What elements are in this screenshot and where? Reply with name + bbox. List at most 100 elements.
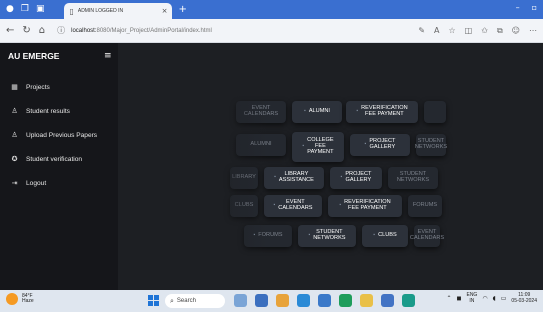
file-explorer-icon[interactable] — [276, 294, 289, 307]
task-view-icon[interactable] — [255, 294, 268, 307]
tile-college-fee-payment[interactable]: ▪ COLLEGE FEE PAYMENT — [292, 132, 344, 162]
grid-icon: ▦ — [11, 83, 18, 91]
wifi-icon[interactable]: ◠ — [482, 295, 487, 302]
copilot-icon[interactable]: ☺ — [512, 26, 520, 36]
sidebar-item-upload-previous-papers[interactable]: ♙ Upload Previous Papers — [10, 131, 97, 139]
address-bar-actions: ✎ A ☆ ◫ ✩ ⧉ ☺ ⋯ — [418, 26, 537, 36]
chrome-icon[interactable] — [360, 294, 373, 307]
tab-actions-icon[interactable]: ▣ — [36, 5, 45, 14]
clock[interactable]: 11:09 05-03-2024 — [511, 292, 537, 304]
taskbar-apps — [234, 294, 415, 307]
tile-dot-icon: ▪ — [273, 202, 276, 209]
battery-icon[interactable]: ▭ — [501, 295, 507, 302]
app-icon[interactable] — [402, 294, 415, 307]
store-icon[interactable] — [318, 294, 331, 307]
chevron-up-icon[interactable]: ⌃ — [446, 295, 451, 302]
clock-date: 05-03-2024 — [511, 297, 537, 304]
browser-tab-bar: ● ❐ ▣ ▯ ADMIN LOGGED IN × + – ▫ — [0, 0, 543, 19]
tile-student-networks-dim-2[interactable]: STUDENT NETWORKS — [388, 167, 438, 189]
tile-dot-icon: ▪ — [302, 143, 305, 150]
tile-label: REVERIFICATION FEE PAYMENT — [361, 105, 408, 117]
maximize-icon[interactable]: ▫ — [532, 3, 537, 12]
favorites-icon[interactable]: ✩ — [481, 26, 488, 36]
collections-icon[interactable]: ⧉ — [497, 26, 503, 36]
active-tab[interactable]: ▯ ADMIN LOGGED IN × — [64, 3, 173, 19]
tile-student-networks-dim[interactable]: STUDENT NETWORKS — [415, 134, 447, 156]
tile-dot-icon: ▪ — [373, 232, 376, 239]
split-screen-icon[interactable]: ◫ — [465, 26, 473, 36]
tile-label: FORUMS — [258, 232, 283, 239]
widgets-icon[interactable] — [234, 294, 247, 307]
tile-label: PROJECT GALLERY — [345, 171, 372, 183]
close-tab-icon[interactable]: × — [162, 7, 168, 15]
tab-bar-icons: ● ❐ ▣ — [0, 0, 50, 19]
tile-reverification-fee-payment-2[interactable]: ▪ REVERIFICATION FEE PAYMENT — [328, 195, 402, 217]
tile-project-gallery-2[interactable]: ▪ PROJECT GALLERY — [330, 167, 382, 189]
tile-event-calendars-dim[interactable]: EVENT CALENDARS — [410, 225, 444, 247]
tile-reverification-fee-payment[interactable]: ▪ REVERIFICATION FEE PAYMENT — [346, 101, 418, 123]
language-indicator[interactable]: ENG IN — [466, 292, 477, 304]
tile-forums[interactable]: ▪ FORUMS — [244, 225, 292, 247]
tile-label: FORUMS — [412, 202, 438, 209]
tile-label: ALUMNI — [308, 108, 330, 115]
edge-icon[interactable] — [297, 294, 310, 307]
workspaces-icon[interactable]: ❐ — [21, 5, 29, 14]
tile-label: EVENT CALENDARS — [243, 105, 279, 117]
more-icon[interactable]: ⋯ — [529, 26, 537, 36]
tile-project-gallery[interactable]: ▪ PROJECT GALLERY — [350, 134, 410, 156]
read-aloud-icon[interactable]: A — [434, 26, 439, 36]
tab-title: ADMIN LOGGED IN — [77, 8, 124, 14]
tile-label: LIBRARY ASSISTANCE — [278, 171, 314, 183]
favorite-icon[interactable]: ☆ — [449, 26, 456, 36]
tile-clubs[interactable]: ▪ CLUBS — [362, 225, 408, 247]
home-icon[interactable]: ⌂ — [39, 25, 45, 36]
sidebar-item-student-verification[interactable]: ✪ Student verification — [10, 155, 83, 163]
whatsapp-icon[interactable] — [339, 294, 352, 307]
tile-forums-dim[interactable]: FORUMS — [408, 195, 442, 217]
tile-label: EVENT CALENDARS — [409, 229, 445, 241]
tray-app-icon[interactable]: ◼ — [457, 295, 462, 302]
site-info-icon[interactable]: ⓘ — [57, 25, 65, 36]
tile-event-calendars-2[interactable]: ▪ EVENT CALENDARS — [264, 195, 322, 217]
sidebar-item-logout[interactable]: ⇥ Logout — [10, 179, 47, 187]
right-fade-overlay — [513, 43, 543, 290]
volume-icon[interactable]: ◖ — [493, 295, 496, 302]
tile-label: STUDENT NETWORKS — [313, 229, 346, 241]
back-icon[interactable]: ← — [6, 25, 14, 36]
extension-icon[interactable]: ✎ — [418, 26, 425, 36]
sidebar-item-student-results[interactable]: ♙ Student results — [10, 107, 70, 115]
profile-icon[interactable]: ● — [6, 5, 14, 14]
url-field[interactable]: ⓘ localhost:8080/Major_Project/AdminPort… — [53, 23, 410, 39]
url-path: 8080/Major_Project/AdminPortal/index.htm… — [96, 27, 212, 34]
tile-student-networks[interactable]: ▪ STUDENT NETWORKS — [298, 225, 356, 247]
vscode-icon[interactable] — [381, 294, 394, 307]
admin-portal: AU EMERGE ≡ ▦ Projects ♙ Student results… — [0, 43, 543, 290]
refresh-icon[interactable]: ↻ — [22, 25, 30, 36]
tile-alumni[interactable]: ▪ ALUMNI — [292, 101, 342, 123]
user-icon: ♙ — [11, 107, 18, 115]
tile-label: STUDENT NETWORKS — [396, 171, 430, 183]
search-label: Search — [176, 298, 196, 304]
tile-clubs-dim[interactable]: CLUBS — [230, 195, 258, 217]
taskbar-search[interactable]: ⌕ Search — [165, 294, 225, 308]
url-text: localhost:8080/Major_Project/AdminPortal… — [71, 28, 212, 34]
tile-library-dim[interactable]: LIBRARY — [230, 167, 258, 189]
tile-label: CLUBS — [234, 202, 254, 209]
windows-start-icon[interactable] — [148, 295, 159, 306]
minimize-icon[interactable]: – — [516, 3, 520, 12]
tile-alumni-dim[interactable]: ALUMNI — [236, 134, 286, 156]
new-tab-button[interactable]: + — [178, 4, 186, 15]
weather-widget[interactable]: 84°F Haze — [6, 293, 34, 305]
hamburger-menu-icon[interactable]: ≡ — [104, 51, 112, 61]
page-icon: ▯ — [69, 6, 74, 16]
tile-event-calendars[interactable]: EVENT CALENDARS — [236, 101, 286, 123]
window-controls: – ▫ — [516, 3, 537, 12]
tile-dot-icon: ▪ — [340, 174, 343, 181]
tile-library-assistance[interactable]: ▪ LIBRARY ASSISTANCE — [264, 167, 324, 189]
tile-partial[interactable] — [424, 101, 446, 123]
sidebar-item-projects[interactable]: ▦ Projects — [10, 83, 50, 91]
lang-bottom: IN — [469, 297, 475, 304]
verify-icon: ✪ — [11, 155, 18, 163]
logout-icon: ⇥ — [11, 179, 18, 187]
tile-dot-icon: ▪ — [364, 141, 367, 148]
